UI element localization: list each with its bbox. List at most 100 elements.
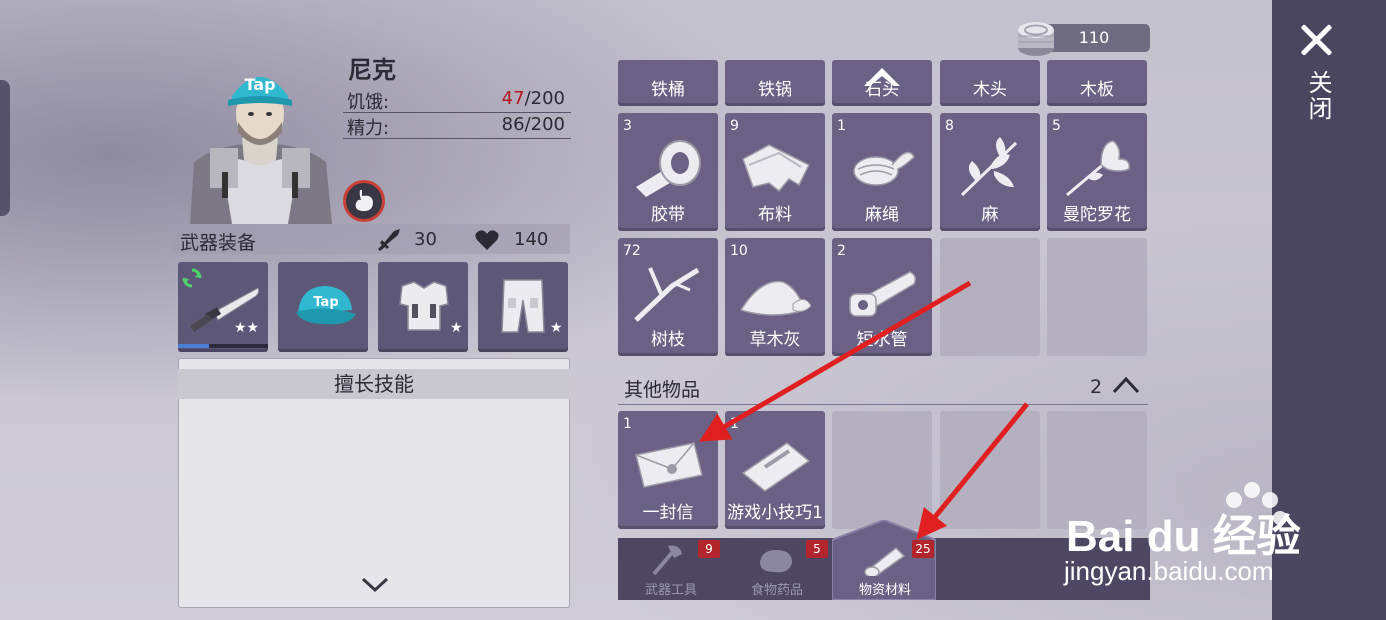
ash-pile-icon [739, 280, 811, 316]
inventory-slot-empty[interactable] [940, 411, 1040, 529]
equip-slot-legs[interactable]: ★ [478, 262, 568, 352]
side-drawer-handle[interactable] [0, 80, 10, 216]
inventory-slot-empty[interactable] [1047, 238, 1147, 356]
tab-materials[interactable]: 25 物资材料 [832, 538, 938, 600]
cap-logo-text: Tap [244, 75, 275, 94]
item-count: 72 [623, 243, 641, 259]
inventory-slot[interactable]: 3 胶带 [618, 113, 718, 231]
datura-flower-icon [1066, 140, 1131, 197]
inventory-slot[interactable]: 2 短水管 [832, 238, 932, 356]
chevron-down-icon[interactable] [360, 574, 390, 594]
inventory-slot[interactable]: 1 一封信 [618, 411, 718, 529]
item-name: 石头 [865, 80, 899, 100]
cap-icon: Tap [296, 286, 356, 325]
tab-food-medicine[interactable]: 5 食物药品 [724, 538, 830, 600]
tab-badge: 5 [806, 540, 828, 558]
chevron-up-icon[interactable] [1112, 374, 1140, 396]
sword-icon [378, 229, 400, 251]
item-count: 2 [837, 243, 846, 259]
item-count: 5 [1052, 118, 1061, 134]
item-name: 木板 [1080, 80, 1114, 100]
skills-title: 擅长技能 [178, 369, 570, 399]
inventory-slot[interactable]: 石头 [832, 60, 932, 106]
inventory-slot[interactable]: 72 树枝 [618, 238, 718, 356]
item-count: 1 [730, 416, 739, 432]
hemp-icon [960, 137, 1018, 197]
heart-icon [475, 230, 499, 250]
item-name: 胶带 [651, 205, 685, 225]
armor-icon [399, 281, 449, 331]
equip-slot-head[interactable]: Tap [278, 262, 368, 352]
inventory-slot-empty[interactable] [832, 411, 932, 529]
item-name: 游戏小技巧1 [727, 503, 823, 523]
currency-value: 110 [1078, 28, 1110, 47]
equipment-title: 武器装备 [180, 232, 257, 254]
item-name: 树枝 [651, 330, 685, 350]
watermark-url: jingyan.baidu.com [1064, 556, 1274, 586]
health-value: 140 [514, 229, 549, 250]
rope-icon [853, 151, 915, 186]
durability-fill [178, 344, 209, 348]
letter-icon [635, 442, 703, 488]
cloth-icon [742, 144, 811, 193]
item-count: 9 [730, 118, 739, 134]
inventory-slot[interactable]: 8 麻 [940, 113, 1040, 231]
inventory-slot[interactable]: 9 布料 [725, 113, 825, 231]
hunger-value: 47/200 [502, 88, 565, 109]
character-name: 尼克 [348, 56, 396, 84]
equip-stars: ★ [550, 320, 563, 336]
inventory-slot[interactable]: 1 麻绳 [832, 113, 932, 231]
tab-badge: 9 [698, 540, 720, 558]
hunger-row: 饥饿: 47/200 [343, 86, 571, 113]
character-portrait: Tap [190, 75, 332, 224]
section-divider [618, 404, 1148, 405]
attack-value: 30 [414, 229, 437, 250]
inventory-slot[interactable]: 铁桶 [618, 60, 718, 106]
stomach-status-button[interactable] [343, 180, 385, 222]
close-icon[interactable] [1298, 22, 1334, 58]
inventory-slot[interactable]: 木板 [1047, 60, 1147, 106]
item-count: 1 [623, 416, 632, 432]
inventory-slot[interactable]: 10 草木灰 [725, 238, 825, 356]
hunger-max: /200 [524, 88, 565, 109]
item-name: 木头 [973, 80, 1007, 100]
tab-label: 食物药品 [750, 583, 803, 598]
item-name: 一封信 [642, 503, 694, 523]
item-name: 铁桶 [651, 80, 685, 100]
item-name: 麻 [981, 205, 999, 225]
item-name: 短水管 [856, 330, 908, 350]
item-name: 布料 [758, 205, 792, 225]
cap-item-logo: Tap [313, 295, 338, 310]
tab-weapons-tools[interactable]: 9 武器工具 [618, 538, 724, 600]
axe-icon [652, 545, 682, 576]
tape-icon [636, 140, 701, 197]
pants-icon [501, 279, 545, 333]
refresh-icon[interactable] [181, 267, 203, 289]
equip-stars: ★ [450, 320, 463, 336]
close-label[interactable]: 关闭 [1296, 70, 1336, 122]
inventory-slot-empty[interactable] [940, 238, 1040, 356]
inventory-slot[interactable]: 1 游戏小技巧1 [725, 411, 825, 529]
hunger-label: 饥饿: [347, 92, 390, 113]
meat-icon [760, 550, 792, 573]
inventory-slot[interactable]: 铁锅 [725, 60, 825, 106]
hunger-current: 47 [501, 88, 525, 109]
item-count: 10 [730, 243, 748, 259]
item-name: 麻绳 [865, 205, 899, 225]
equip-slot-body[interactable]: ★ [378, 262, 468, 352]
watermark-brand: Bai du 经验 [1066, 512, 1301, 561]
tab-label: 武器工具 [644, 583, 697, 598]
stomach-icon [355, 190, 373, 212]
pipe-icon [849, 271, 917, 317]
item-count: 3 [623, 118, 632, 134]
tab-label: 物资材料 [858, 583, 911, 598]
equip-stars: ★★ [234, 320, 260, 336]
inventory-slot[interactable]: 5 曼陀罗花 [1047, 113, 1147, 231]
item-count: 8 [945, 118, 954, 134]
item-name: 铁锅 [758, 80, 792, 100]
other-items-title: 其他物品 [624, 379, 701, 401]
item-name: 曼陀罗花 [1063, 205, 1131, 225]
energy-row: 精力: 86/200 [343, 112, 571, 139]
inventory-slot[interactable]: 木头 [940, 60, 1040, 106]
energy-value: 86/200 [501, 114, 565, 135]
